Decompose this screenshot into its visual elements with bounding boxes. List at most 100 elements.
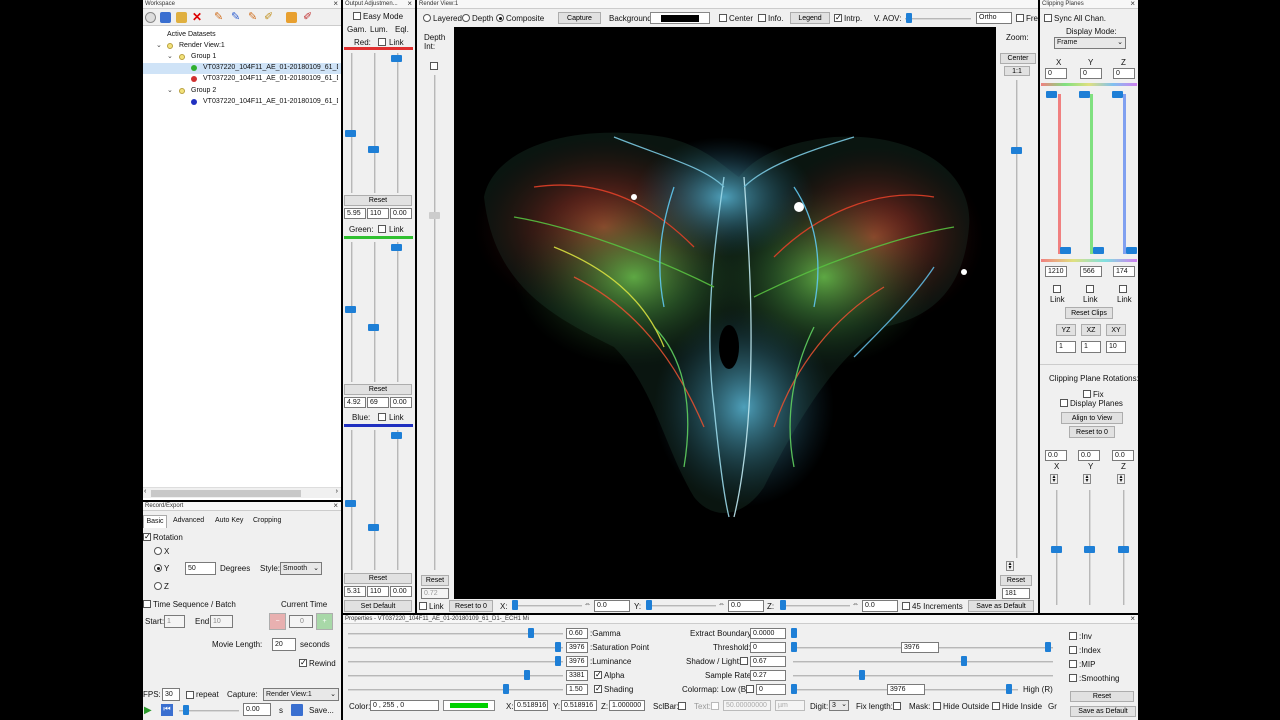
yz-button[interactable]: YZ xyxy=(1056,324,1076,336)
red-equalize-slider[interactable] xyxy=(397,53,399,193)
xz-value[interactable]: 1 xyxy=(1081,341,1101,353)
decrement-time-button[interactable]: − xyxy=(269,613,286,630)
extract-boundary-thumb[interactable] xyxy=(791,628,797,638)
display-mode-select[interactable]: Frame ⌄ xyxy=(1054,37,1126,49)
tab-cropping[interactable]: Cropping xyxy=(253,517,281,524)
close-icon[interactable]: × xyxy=(333,502,338,510)
hide-outside-checkbox[interactable] xyxy=(933,702,941,710)
easy-mode-checkbox[interactable] xyxy=(353,12,361,20)
paint-icon[interactable]: ✎ xyxy=(214,12,225,23)
render-canvas[interactable] xyxy=(454,27,996,599)
close-icon[interactable]: × xyxy=(1130,615,1135,623)
luminance-field[interactable]: 3976 xyxy=(566,656,588,667)
chevron-down-icon[interactable]: ⌄ xyxy=(156,41,162,49)
zoom-reset-button[interactable]: Reset xyxy=(1000,575,1032,586)
rot-z-field[interactable]: 0.0 xyxy=(862,600,898,612)
tree-view[interactable]: Render View:1 xyxy=(179,42,225,49)
scalebar-checkbox[interactable] xyxy=(678,702,686,710)
rot-z-value[interactable]: 0.0 xyxy=(1112,450,1134,461)
shading-checkbox[interactable] xyxy=(594,684,602,693)
tab-auto-key[interactable]: Auto Key xyxy=(215,517,243,524)
green-luminance-value[interactable]: 69 xyxy=(367,397,389,408)
tab-basic[interactable]: Basic xyxy=(143,515,167,528)
clip-x-bottom-thumb[interactable] xyxy=(1060,247,1071,254)
y-coord-field[interactable]: 0.518916 xyxy=(561,700,597,711)
threshold-high-field[interactable]: 3976 xyxy=(901,642,939,653)
current-time-field[interactable]: 0 xyxy=(289,615,313,628)
xz-button[interactable]: XZ xyxy=(1081,324,1101,336)
depth-radio[interactable] xyxy=(462,14,470,22)
tree-item[interactable]: VT037220_104F11_AE_01-20180109_61_D1 xyxy=(203,64,338,71)
capture-button[interactable]: Capture xyxy=(558,12,601,24)
red-equalize-value[interactable]: 0.00 xyxy=(390,208,412,219)
center-checkbox[interactable] xyxy=(719,14,727,22)
close-icon[interactable]: × xyxy=(1130,0,1135,8)
spin-icon[interactable]: ▴ ▾ xyxy=(1117,474,1125,484)
red-channel-icon[interactable] xyxy=(191,76,197,82)
spin-icon[interactable]: ▴ ▾ xyxy=(1050,474,1058,484)
movie-length-field[interactable]: 20 xyxy=(272,638,296,651)
sample-rate-field[interactable]: 0.27 xyxy=(750,670,786,681)
axis-y-radio[interactable] xyxy=(154,564,162,572)
clip-y-max[interactable]: 566 xyxy=(1080,266,1102,277)
tree-item[interactable]: VT037220_104F11_AE_01-20180109_61_D1 xyxy=(203,75,338,82)
save-button[interactable]: Save... xyxy=(309,706,334,715)
mip-checkbox[interactable] xyxy=(1069,660,1077,668)
green-equalize-value[interactable]: 0.00 xyxy=(390,397,412,408)
hide-inside-checkbox[interactable] xyxy=(992,702,1000,710)
layered-radio[interactable] xyxy=(423,14,431,22)
reset-clips-button[interactable]: Reset Clips xyxy=(1065,307,1113,319)
increments-checkbox[interactable] xyxy=(902,602,910,610)
save-icon[interactable] xyxy=(291,704,303,716)
shading-slider[interactable] xyxy=(348,689,563,691)
bulb-icon[interactable] xyxy=(167,43,173,49)
zoom-slider-thumb[interactable] xyxy=(1011,147,1022,154)
clip-z-min[interactable]: 0 xyxy=(1113,68,1135,79)
saturation-thumb[interactable] xyxy=(555,642,561,652)
yz-value[interactable]: 1 xyxy=(1056,341,1076,353)
green-equalize-thumb[interactable] xyxy=(391,244,402,251)
rotation-checkbox[interactable] xyxy=(143,532,151,541)
inv-checkbox[interactable] xyxy=(1069,632,1077,640)
red-luminance-value[interactable]: 110 xyxy=(367,208,389,219)
rot-z-clip-thumb[interactable] xyxy=(1118,546,1129,553)
colormap-checkbox[interactable] xyxy=(746,685,754,693)
end-field[interactable]: 10 xyxy=(210,615,233,628)
clip-y-bottom-thumb[interactable] xyxy=(1093,247,1104,254)
vaov-slider-thumb[interactable] xyxy=(906,13,912,23)
clip-y-min[interactable]: 0 xyxy=(1080,68,1102,79)
green-link-checkbox[interactable] xyxy=(378,225,386,233)
spin-icon[interactable]: ⇔ xyxy=(718,601,725,608)
chevron-down-icon[interactable]: ⌄ xyxy=(167,86,173,94)
depth-intensity-thumb[interactable] xyxy=(429,212,440,219)
blue-reset-button[interactable]: Reset xyxy=(344,573,412,584)
red-reset-button[interactable]: Reset xyxy=(344,195,412,206)
rot-y-thumb[interactable] xyxy=(646,600,652,610)
red-link-checkbox[interactable] xyxy=(378,38,386,46)
red-equalize-thumb[interactable] xyxy=(391,55,402,62)
tree-group-1[interactable]: Group 1 xyxy=(191,53,216,60)
capture-select[interactable]: Render View:1 ⌄ xyxy=(263,688,339,701)
gamma-field[interactable]: 0.60 xyxy=(566,628,588,639)
green-gamma-value[interactable]: 4.92 xyxy=(344,397,366,408)
spin-icon[interactable]: ⇔ xyxy=(852,601,859,608)
clip-x-min[interactable]: 0 xyxy=(1045,68,1067,79)
blue-luminance-slider[interactable] xyxy=(374,430,376,570)
xy-button[interactable]: XY xyxy=(1106,324,1126,336)
clip-x-top-thumb[interactable] xyxy=(1046,91,1057,98)
brush-icon[interactable]: ✐ xyxy=(264,12,275,23)
eraser-icon[interactable] xyxy=(176,12,187,23)
blue-equalize-value[interactable]: 0.00 xyxy=(390,586,412,597)
shadow-checkbox[interactable] xyxy=(740,657,748,665)
red-gamma-slider[interactable] xyxy=(351,53,353,193)
blue-luminance-thumb[interactable] xyxy=(368,524,379,531)
blue-luminance-value[interactable]: 110 xyxy=(367,586,389,597)
sync-checkbox[interactable] xyxy=(1044,14,1052,22)
green-luminance-slider[interactable] xyxy=(374,242,376,382)
green-equalize-slider[interactable] xyxy=(397,242,399,382)
fps-field[interactable]: 30 xyxy=(162,688,180,701)
rewind-checkbox[interactable] xyxy=(299,658,307,667)
play-icon[interactable]: ▶ xyxy=(144,705,152,716)
repeat-checkbox[interactable] xyxy=(186,691,194,699)
tree-group-2[interactable]: Group 2 xyxy=(191,87,216,94)
